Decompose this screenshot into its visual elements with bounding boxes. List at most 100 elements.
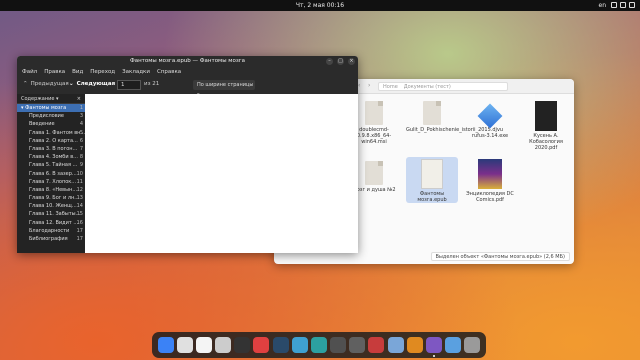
file-label: doublecmd-0.9.8.x86_64-win64.msi — [356, 127, 392, 145]
browser-icon[interactable] — [291, 337, 308, 353]
toc-label: Глава 4. Зомби в... — [29, 154, 78, 161]
toc-item[interactable]: Глава 3. В погон... 7 — [17, 145, 85, 153]
minimize-icon[interactable]: – — [326, 58, 333, 65]
toc-item[interactable]: Глава 7. Хлопок... 11 — [17, 178, 85, 186]
path-segment-current[interactable]: Документы (тест) — [404, 84, 451, 90]
status-label: Выделен объект «Фантомы мозга.epub» (2,6… — [430, 252, 570, 261]
toc-label: Глава 5. Тайная ... — [29, 162, 78, 169]
toc-item[interactable]: Введение 4 — [17, 120, 85, 128]
file-label: Мозг и душа №2 — [352, 187, 396, 193]
document-view[interactable] — [85, 94, 358, 253]
file-item[interactable]: Энциклопедия DC Comics.pdf — [464, 157, 516, 203]
bag-icon[interactable] — [368, 337, 385, 353]
toc-page: 1 — [79, 105, 83, 111]
menu-view[interactable]: Вид — [72, 69, 83, 75]
toc-label: Благодарности — [29, 227, 70, 234]
dock — [152, 332, 486, 358]
toc-page: 15 — [76, 211, 83, 218]
file-item[interactable]: Gulit_D_Pokhischenie_istorii_2015.djvu — [406, 99, 503, 133]
back-icon[interactable]: ‹ — [358, 82, 360, 89]
toc-item[interactable]: Глава 6. В зазер... 10 — [17, 170, 85, 178]
toc-label: Глава 8. «Невын... — [29, 186, 78, 193]
previous-label: Предыдущая — [30, 81, 69, 87]
toc-label: Глава 2. О карта... — [29, 137, 78, 144]
menu-bar: Файл Правка Вид Переход Закладки Справка — [17, 67, 358, 77]
toc-page: 6 — [79, 137, 83, 144]
terminal-icon[interactable] — [234, 337, 251, 353]
chevron-down-icon[interactable]: ▾ — [56, 96, 59, 102]
volume-icon[interactable] — [620, 2, 626, 8]
next-label: Следующая — [76, 81, 116, 87]
blue-app-icon[interactable] — [157, 337, 174, 353]
book-cover-thumbnail — [421, 159, 443, 189]
path-bar[interactable]: Home Документы (тест) — [378, 82, 508, 91]
file-label: Кусень А. Кобасология 2020.pdf — [529, 133, 563, 151]
toc-item[interactable]: Глава 8. «Невын... 12 — [17, 186, 85, 194]
next-button[interactable]: ⌄ Следующая — [69, 81, 115, 87]
previous-button[interactable]: ⌃ Предыдущая — [23, 81, 69, 87]
menu-bookmarks[interactable]: Закладки — [122, 69, 150, 75]
toc-item[interactable]: Благодарности 17 — [17, 227, 85, 235]
toc-item[interactable]: Глава 1. Фантом вн... 5 — [17, 129, 85, 137]
menu-go[interactable]: Переход — [90, 69, 115, 75]
toc-item-root[interactable]: ▾ Фантомы мозга 1 — [17, 104, 85, 113]
close-icon[interactable]: × — [348, 58, 355, 65]
toc-item[interactable]: Глава 9. Бог и лн... 13 — [17, 194, 85, 202]
keyboard-layout[interactable]: en — [599, 2, 607, 9]
reader-icon[interactable] — [425, 337, 442, 357]
toc-item[interactable]: Глава 10. Женщ... 14 — [17, 202, 85, 210]
sidebar-title[interactable]: Содержание — [21, 96, 54, 102]
document-icon — [365, 161, 383, 185]
toc-item[interactable]: Библиография 17 — [17, 235, 85, 243]
monitor-icon[interactable] — [330, 337, 347, 353]
toc-item[interactable]: Глава 5. Тайная ... 9 — [17, 161, 85, 169]
menu-help[interactable]: Справка — [157, 69, 181, 75]
grid-icon[interactable] — [464, 337, 481, 353]
file-item-selected[interactable]: Фантомы мозга.epub — [406, 157, 458, 203]
close-sidebar-icon[interactable]: × — [77, 94, 81, 104]
path-segment-home[interactable]: Home — [383, 84, 398, 90]
clock[interactable]: Чт, 2 мая 00:16 — [0, 2, 640, 9]
vertical-bar-icon[interactable] — [176, 337, 193, 353]
forward-icon[interactable]: › — [368, 82, 370, 89]
toc-label: Глава 3. В погон... — [29, 145, 78, 152]
document-viewer-window: Фантомы мозга.epub — Фантомы мозга – □ ×… — [17, 56, 358, 253]
page-number-input[interactable]: 1 — [117, 80, 141, 90]
maximize-icon[interactable]: □ — [337, 58, 344, 65]
toc-item[interactable]: Глава 11. Забыты... 15 — [17, 210, 85, 218]
file-item[interactable]: rufus-3.14.exe — [464, 99, 516, 139]
menu-file[interactable]: Файл — [22, 69, 37, 75]
record-icon[interactable] — [253, 337, 270, 353]
file-item[interactable]: Кусень А. Кобасология 2020.pdf — [520, 99, 572, 151]
menu-edit[interactable]: Правка — [44, 69, 65, 75]
toc-label: Глава 10. Женщ... — [29, 203, 77, 210]
update-icon[interactable] — [310, 337, 327, 353]
window-titlebar[interactable]: Фантомы мозга.epub — Фантомы мозга – □ × — [17, 56, 358, 67]
zoom-value: По ширине страницы — [197, 82, 254, 88]
toc-page: 11 — [76, 178, 83, 185]
toc-item[interactable]: Глава 12. Видит ... 16 — [17, 219, 85, 227]
inkscape-icon[interactable] — [195, 337, 212, 353]
photos-icon[interactable] — [445, 337, 462, 353]
orange-app-icon[interactable] — [406, 337, 423, 353]
obs-icon[interactable] — [215, 337, 232, 353]
comics-cover-thumbnail — [478, 159, 502, 189]
keyboard-icon[interactable] — [349, 337, 366, 353]
toc-page: 4 — [79, 121, 83, 128]
toolbar: ⌃ Предыдущая ⌄ Следующая 1 из 21 По шири… — [17, 77, 358, 98]
toc-item[interactable]: Глава 2. О карта... 6 — [17, 137, 85, 145]
toc-page: 14 — [76, 203, 83, 210]
toc-label: Фантомы мозга — [25, 105, 67, 111]
steam-icon[interactable] — [272, 337, 289, 353]
power-icon[interactable] — [629, 2, 635, 8]
sidebar-header: Содержание ▾ × — [17, 94, 85, 104]
network-icon[interactable] — [611, 2, 617, 8]
toc-page: 7 — [79, 145, 83, 152]
system-tray[interactable] — [611, 2, 635, 8]
toc-page: 12 — [76, 186, 83, 193]
zoom-select[interactable]: По ширине страницы ▾ — [193, 80, 255, 98]
toc-item[interactable]: Глава 4. Зомби в... 8 — [17, 153, 85, 161]
document-icon — [365, 101, 383, 125]
toc-item[interactable]: Предисловие 3 — [17, 112, 85, 120]
files-icon[interactable] — [387, 337, 404, 353]
